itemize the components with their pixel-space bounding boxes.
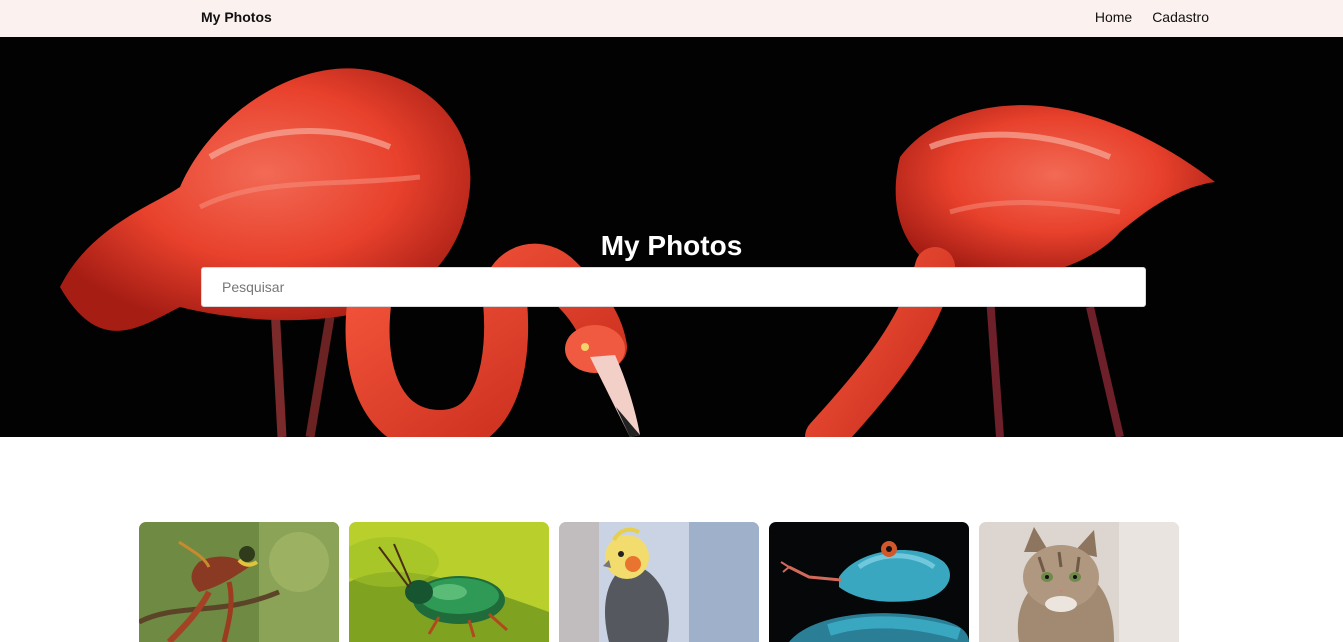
gallery-card-cockatiel[interactable]: [559, 522, 759, 642]
nav-links: Home Cadastro: [1095, 9, 1209, 25]
brand-logo-link[interactable]: My Photos: [201, 9, 272, 25]
bird-of-paradise-photo: [139, 522, 339, 642]
gallery-card-bird-of-paradise[interactable]: [139, 522, 339, 642]
nav-link-cadastro[interactable]: Cadastro: [1152, 9, 1209, 25]
gallery-card-beetle[interactable]: [349, 522, 549, 642]
cockatiel-photo: [559, 522, 759, 642]
cat-photo: [979, 522, 1179, 642]
photo-gallery: [139, 522, 1179, 642]
hero-title: My Photos: [600, 230, 743, 261]
nav-link-home[interactable]: Home: [1095, 9, 1132, 25]
blue-snake-photo: [769, 522, 969, 642]
beetle-photo: [349, 522, 549, 642]
navbar: My Photos Home Cadastro: [0, 0, 1343, 37]
gallery-card-snake[interactable]: [769, 522, 969, 642]
gallery-card-cat[interactable]: [979, 522, 1179, 642]
hero-banner: My Photos: [0, 37, 1343, 437]
search-input[interactable]: [201, 267, 1146, 307]
